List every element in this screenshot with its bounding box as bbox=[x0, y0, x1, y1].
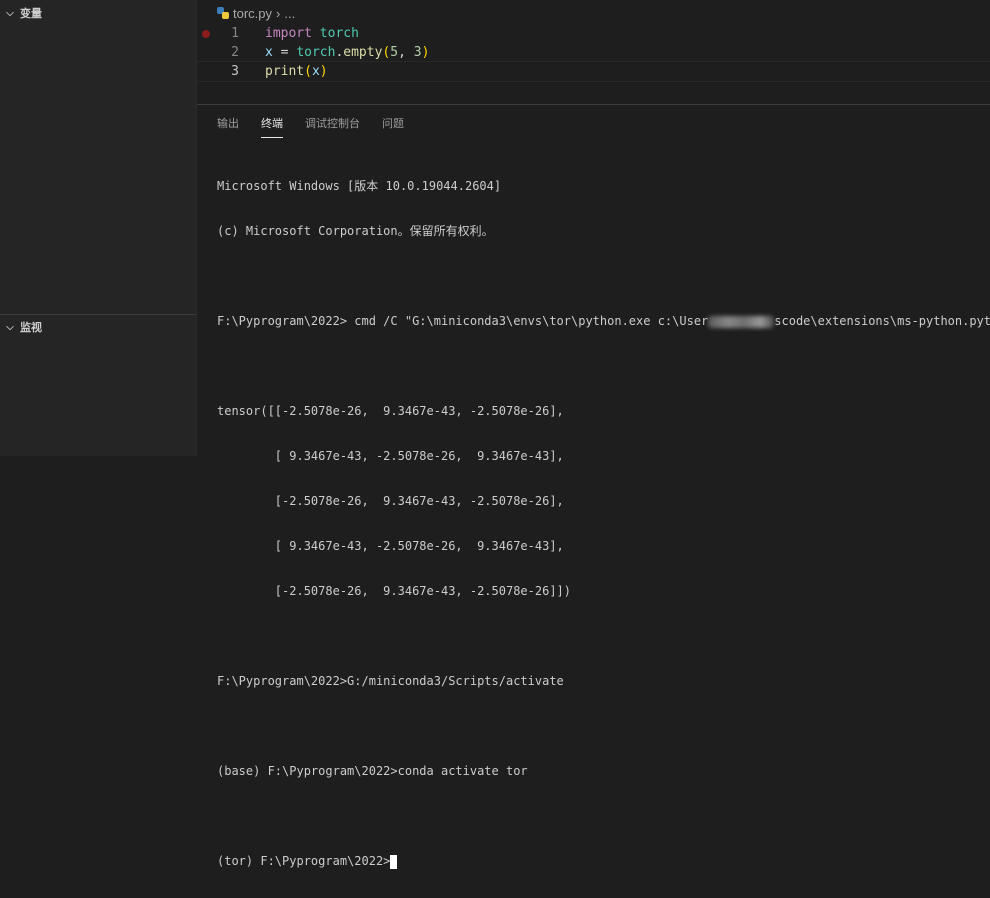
terminal-cursor bbox=[390, 854, 398, 869]
tab-terminal[interactable]: 终端 bbox=[261, 115, 283, 138]
watch-section-header[interactable]: ⌵ 监视 bbox=[0, 316, 196, 338]
code-line-2[interactable]: 2 x = torch.empty(5, 3) bbox=[197, 43, 990, 62]
panel-tabs: 输出 终端 调试控制台 问题 bbox=[217, 115, 404, 139]
breakpoint-icon[interactable] bbox=[202, 29, 210, 38]
terminal-line: tensor([[-2.5078e-26, 9.3467e-43, -2.507… bbox=[217, 404, 564, 418]
terminal-line: [ 9.3467e-43, -2.5078e-26, 9.3467e-43], bbox=[217, 539, 564, 553]
breadcrumb-more[interactable]: ... bbox=[284, 6, 295, 21]
line-number: 1 bbox=[231, 26, 239, 41]
debug-sidebar: ⌵ 变量 ⌵ 监视 bbox=[0, 0, 197, 456]
tab-debug-console[interactable]: 调试控制台 bbox=[305, 115, 360, 137]
watch-label: 监视 bbox=[20, 322, 42, 334]
breadcrumb: torc.py › ... bbox=[217, 4, 295, 22]
line-number: 3 bbox=[231, 64, 239, 79]
redacted-path bbox=[708, 315, 775, 328]
section-divider bbox=[0, 314, 196, 315]
terminal-line: (base) F:\Pyprogram\2022>conda activate … bbox=[217, 764, 528, 778]
code-editor[interactable]: torc.py › ... 1 import torch 2 x = torch… bbox=[197, 0, 990, 104]
terminal-line: [-2.5078e-26, 9.3467e-43, -2.5078e-26]]) bbox=[217, 584, 572, 598]
chevron-down-icon: ⌵ bbox=[6, 321, 14, 333]
code-text: import torch bbox=[265, 26, 359, 41]
code-text: x = torch.empty(5, 3) bbox=[265, 45, 430, 60]
line-number: 2 bbox=[231, 45, 239, 60]
terminal-prompt-line[interactable]: (tor) F:\Pyprogram\2022> bbox=[217, 853, 990, 870]
terminal-line: F:\Pyprogram\2022>G:/miniconda3/Scripts/… bbox=[217, 674, 564, 688]
terminal-line: Microsoft Windows [版本 10.0.19044.2604] bbox=[217, 179, 502, 193]
terminal-line: [-2.5078e-26, 9.3467e-43, -2.5078e-26], bbox=[217, 494, 564, 508]
python-file-icon bbox=[217, 7, 229, 19]
tab-output[interactable]: 输出 bbox=[217, 115, 239, 137]
command-prefix: F:\Pyprogram\2022> cmd /C "G:\miniconda3… bbox=[217, 314, 709, 328]
bottom-panel: 输出 终端 调试控制台 问题 Microsoft Windows [版本 10.… bbox=[197, 105, 990, 869]
code-text: print(x) bbox=[265, 64, 328, 79]
terminal-output[interactable]: Microsoft Windows [版本 10.0.19044.2604] (… bbox=[217, 150, 990, 898]
terminal-prompt: (tor) F:\Pyprogram\2022> bbox=[217, 854, 391, 868]
chevron-down-icon: ⌵ bbox=[6, 7, 14, 19]
variables-section-header[interactable]: ⌵ 变量 bbox=[0, 2, 196, 24]
tab-problems[interactable]: 问题 bbox=[382, 115, 404, 137]
chevron-right-icon: › bbox=[276, 5, 281, 21]
variables-label: 变量 bbox=[20, 8, 42, 20]
command-suffix: scode\extensions\ms-python.pytho bbox=[774, 314, 990, 328]
terminal-line: [ 9.3467e-43, -2.5078e-26, 9.3467e-43], bbox=[217, 449, 564, 463]
code-line-3[interactable]: 3 print(x) bbox=[197, 61, 990, 82]
code-line-1[interactable]: 1 import torch bbox=[197, 24, 990, 43]
breadcrumb-file[interactable]: torc.py bbox=[233, 6, 272, 21]
terminal-command-line: F:\Pyprogram\2022> cmd /C "G:\miniconda3… bbox=[217, 313, 990, 330]
terminal-line: (c) Microsoft Corporation。保留所有权利。 bbox=[217, 224, 494, 238]
